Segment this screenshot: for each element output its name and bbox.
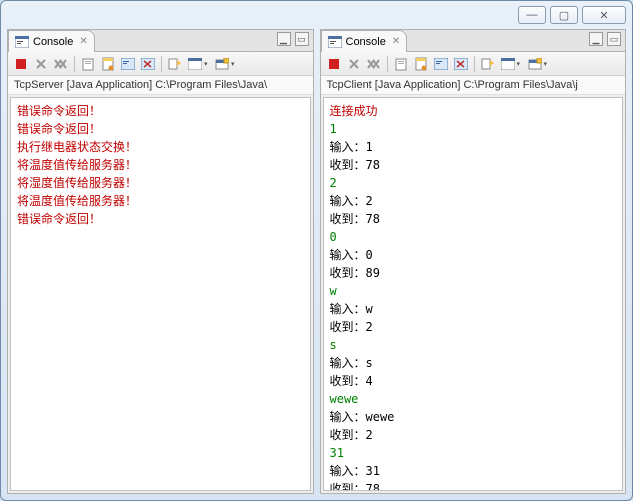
toolbar-separator [387,56,388,72]
console-line: 将温度值传给服务器！ [17,156,304,174]
minimize-button[interactable]: — [518,6,546,24]
clear-console-button[interactable] [392,55,410,73]
toolbar-separator [474,56,475,72]
dropdown-arrow-icon[interactable]: ▾ [204,60,211,68]
console-panel-right: Console ✕ ▁ ▭ [320,29,627,494]
tab-close-icon[interactable]: ✕ [392,36,400,47]
word-wrap-button[interactable] [452,55,470,73]
panel-controls: ▁ ▭ [589,32,621,46]
console-line: 输入：0 [330,246,617,264]
tab-strip: Console ✕ ▁ ▭ [8,30,313,52]
console-line: 31 [330,444,617,462]
dropdown-arrow-icon[interactable]: ▾ [231,60,238,68]
minimize-view-icon[interactable]: ▁ [277,32,291,46]
console-icon [328,36,342,48]
open-console-button[interactable] [526,55,544,73]
run-info-label: TcpClient [Java Application] C:\Program … [321,76,626,95]
maximize-view-icon[interactable]: ▭ [607,32,621,46]
tab-close-icon[interactable]: ✕ [79,36,87,47]
pin-console-button[interactable] [166,55,184,73]
display-selected-button[interactable] [186,55,204,73]
run-info-label: TcpServer [Java Application] C:\Program … [8,76,313,95]
console-tab[interactable]: Console ✕ [321,30,408,52]
console-toolbar: ▾ ▾ [321,52,626,76]
console-line: 输入：2 [330,192,617,210]
remove-all-button[interactable] [365,55,383,73]
console-line: 输入：wewe [330,408,617,426]
pin-console-button[interactable] [479,55,497,73]
console-line: 收到：2 [330,318,617,336]
display-selected-button[interactable] [499,55,517,73]
console-line: 将温度值传给服务器！ [17,192,304,210]
open-console-button[interactable] [213,55,231,73]
remove-all-button[interactable] [52,55,70,73]
console-line: 2 [330,174,617,192]
maximize-button[interactable]: ▢ [550,6,578,24]
console-line: 执行继电器状态交换！ [17,138,304,156]
console-line: 收到：78 [330,210,617,228]
panel-controls: ▁ ▭ [277,32,309,46]
console-panel-left: Console ✕ ▁ ▭ [7,29,314,494]
console-line: 连接成功 [330,102,617,120]
console-line: 收到：78 [330,156,617,174]
toolbar-separator [74,56,75,72]
console-icon [15,36,29,48]
console-line: 错误命令返回！ [17,120,304,138]
console-output[interactable]: 错误命令返回！错误命令返回！执行继电器状态交换！将温度值传给服务器！将湿度值传给… [10,97,311,491]
panels-container: Console ✕ ▁ ▭ [7,29,626,494]
console-line: 收到：4 [330,372,617,390]
console-line: 错误命令返回！ [17,102,304,120]
remove-launch-button[interactable] [345,55,363,73]
close-button[interactable]: ✕ [582,6,626,24]
remove-launch-button[interactable] [32,55,50,73]
console-line: 收到：89 [330,264,617,282]
console-line: s [330,336,617,354]
dropdown-arrow-icon[interactable]: ▾ [517,60,524,68]
tab-strip: Console ✕ ▁ ▭ [321,30,626,52]
word-wrap-button[interactable] [139,55,157,73]
app-window: — ▢ ✕ Console ✕ ▁ ▭ [0,0,633,501]
console-line: wewe [330,390,617,408]
console-line: 输入：31 [330,462,617,480]
show-console-button[interactable] [432,55,450,73]
clear-console-button[interactable] [79,55,97,73]
console-line: 输入：s [330,354,617,372]
terminate-button[interactable] [325,55,343,73]
console-line: 输入：1 [330,138,617,156]
minimize-view-icon[interactable]: ▁ [589,32,603,46]
console-line: 错误命令返回！ [17,210,304,228]
scroll-lock-button[interactable] [412,55,430,73]
console-line: 输入：w [330,300,617,318]
toolbar-separator [161,56,162,72]
console-line: 将湿度值传给服务器！ [17,174,304,192]
console-line: 收到：2 [330,426,617,444]
maximize-view-icon[interactable]: ▭ [295,32,309,46]
show-console-button[interactable] [119,55,137,73]
console-line: 0 [330,228,617,246]
console-line: w [330,282,617,300]
console-toolbar: ▾ ▾ [8,52,313,76]
window-title-bar: — ▢ ✕ [1,1,632,29]
terminate-button[interactable] [12,55,30,73]
console-output[interactable]: 连接成功1输入：1收到：782输入：2收到：780输入：0收到：89w输入：w收… [323,97,624,491]
console-tab[interactable]: Console ✕ [8,30,95,52]
dropdown-arrow-icon[interactable]: ▾ [544,60,551,68]
tab-label: Console [346,36,386,48]
console-line: 收到：78 [330,480,617,491]
console-line: 1 [330,120,617,138]
tab-label: Console [33,36,73,48]
scroll-lock-button[interactable] [99,55,117,73]
